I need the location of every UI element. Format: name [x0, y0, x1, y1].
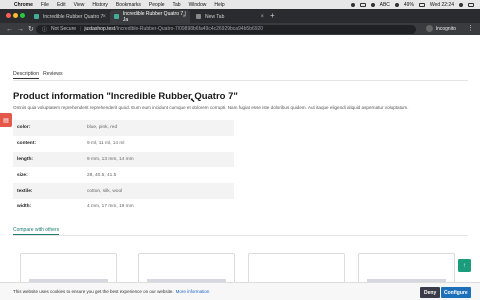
search-icon[interactable] — [459, 2, 463, 7]
property-name: width: — [17, 204, 32, 210]
battery-percent: 49% — [403, 1, 414, 8]
property-name: color: — [13, 120, 87, 136]
product-info-title: Product information "Incredible Rubber Q… — [13, 91, 238, 102]
cookie-more-info-link[interactable]: More information — [176, 289, 210, 294]
new-tab-button[interactable]: + — [270, 11, 275, 20]
property-value: 9 ml, 11 ml, 14 ml — [87, 141, 125, 147]
minimize-window-icon[interactable] — [13, 13, 18, 18]
forward-icon[interactable]: → — [17, 26, 24, 33]
profile-label: Incognito — [435, 25, 456, 32]
product-description: Omnis quia voluptatem reprehenderit repr… — [13, 105, 409, 110]
url-field[interactable]: ⓘ Not Secure | justashop.test /Incredibl… — [36, 24, 416, 34]
browser-tab-3[interactable]: New Tab × — [192, 10, 268, 23]
table-row: width: 4 mm, 17 mm, 19 mm — [13, 199, 234, 215]
tabs-divider — [13, 80, 468, 81]
dropbox-icon[interactable] — [350, 2, 355, 7]
table-row: content: 9 ml, 11 ml, 14 ml — [13, 136, 234, 152]
menu-history[interactable]: History — [92, 2, 108, 8]
close-tab-icon[interactable]: × — [260, 14, 264, 20]
menu-help[interactable]: Help — [214, 2, 224, 8]
menu-tab[interactable]: Tab — [173, 2, 181, 8]
clipboard-icon: ▤ — [3, 117, 9, 124]
profile-button[interactable]: Incognito — [425, 25, 456, 32]
site-favicon-icon — [34, 14, 39, 19]
menu-app[interactable]: Chrome — [14, 2, 33, 8]
browser-tab-2[interactable]: Incredible Rubber Quatro 7 | Ja × — [110, 10, 190, 23]
input-source[interactable]: ABC — [380, 2, 390, 8]
browser-tab-1[interactable]: Incredible Rubber Quatro 7 × — [30, 10, 110, 23]
cookie-text: This website uses cookies to ensure you … — [13, 289, 174, 294]
property-value: blue, pink, red — [87, 120, 234, 136]
properties-table: color: blue, pink, red content: 9 ml, 11… — [13, 120, 234, 215]
property-name: textile: — [13, 183, 87, 199]
close-tab-icon[interactable]: × — [182, 14, 186, 20]
close-tab-icon[interactable]: × — [102, 14, 106, 20]
tab-strip: Incredible Rubber Quatro 7 × Incredible … — [0, 9, 480, 23]
fullscreen-window-icon[interactable] — [20, 13, 25, 18]
close-window-icon[interactable] — [6, 13, 11, 18]
menu-bookmarks[interactable]: Bookmarks — [116, 2, 141, 8]
table-row: color: blue, pink, red — [13, 120, 234, 136]
side-flyout-button[interactable]: ▤ — [0, 113, 12, 127]
site-favicon-icon — [114, 14, 119, 19]
table-row: textile: cotton, silk, wool — [13, 183, 234, 199]
property-name: content: — [17, 141, 36, 147]
bluetooth-icon[interactable] — [370, 2, 375, 7]
url-host: justashop.test — [84, 26, 116, 32]
security-label[interactable]: Not Secure — [51, 26, 76, 32]
url-path: /Incredible-Rubber-Quatro-7/09898b6fa49c… — [115, 26, 264, 32]
browser-tab-title: Incredible Rubber Quatro 7 — [43, 13, 104, 20]
incognito-icon — [425, 25, 433, 32]
separator: | — [80, 26, 82, 32]
menu-file[interactable]: File — [41, 2, 49, 8]
arrow-up-icon: ↑ — [463, 262, 466, 269]
menu-window[interactable]: Window — [189, 2, 207, 8]
clock[interactable]: Wed 22:24 — [430, 2, 454, 8]
status-area: ABC 49% Wed 22:24 — [350, 0, 474, 9]
not-secure-icon[interactable]: ⓘ — [42, 26, 47, 33]
property-value: 4 mm, 17 mm, 19 mm — [87, 204, 134, 210]
configure-button[interactable]: Configure — [441, 287, 471, 298]
scroll-to-top-button[interactable]: ↑ — [458, 259, 471, 272]
cookie-banner: This website uses cookies to ensure you … — [0, 282, 480, 300]
page-content: Description Reviews Product information … — [0, 35, 480, 300]
table-row: length: 9 mm, 13 mm, 14 mm — [13, 151, 234, 168]
compare-divider — [13, 235, 468, 236]
menu-view[interactable]: View — [74, 2, 85, 8]
property-name: length: — [13, 151, 87, 168]
product-tabs: Description Reviews — [13, 71, 63, 79]
property-value: 9 mm, 13 mm, 14 mm — [87, 151, 234, 168]
compare-with-others-link[interactable]: Compare with others — [13, 227, 60, 235]
menu-edit[interactable]: Edit — [57, 2, 66, 8]
menu-people[interactable]: People — [149, 2, 165, 8]
tab-reviews[interactable]: Reviews — [43, 71, 63, 79]
battery-icon[interactable] — [418, 2, 425, 7]
deny-button[interactable]: Deny — [420, 287, 441, 298]
os-menubar: Chrome File Edit View History Bookmarks … — [0, 0, 480, 9]
mouse-cursor-icon: ⬉ — [190, 98, 196, 104]
property-value: cotton, silk, wool — [87, 183, 234, 199]
display-icon[interactable] — [359, 2, 366, 7]
property-value: 28, 40.5, 41.5 — [87, 172, 117, 178]
back-icon[interactable]: ← — [6, 26, 13, 33]
table-row: size: 28, 40.5, 41.5 — [13, 167, 234, 183]
address-bar: ← → ↻ ⓘ Not Secure | justashop.test /Inc… — [0, 23, 480, 35]
more-menu-icon[interactable]: ⋮ — [467, 24, 474, 32]
property-name: size: — [17, 172, 28, 178]
reload-icon[interactable]: ↻ — [28, 25, 34, 33]
tab-description[interactable]: Description — [13, 71, 39, 79]
browser-tab-title: New Tab — [205, 13, 225, 20]
wifi-icon[interactable] — [394, 2, 399, 7]
menu-list-icon[interactable] — [468, 2, 474, 7]
browser-tab-title: Incredible Rubber Quatro 7 | Ja — [122, 10, 186, 23]
blank-page-icon — [196, 14, 201, 19]
